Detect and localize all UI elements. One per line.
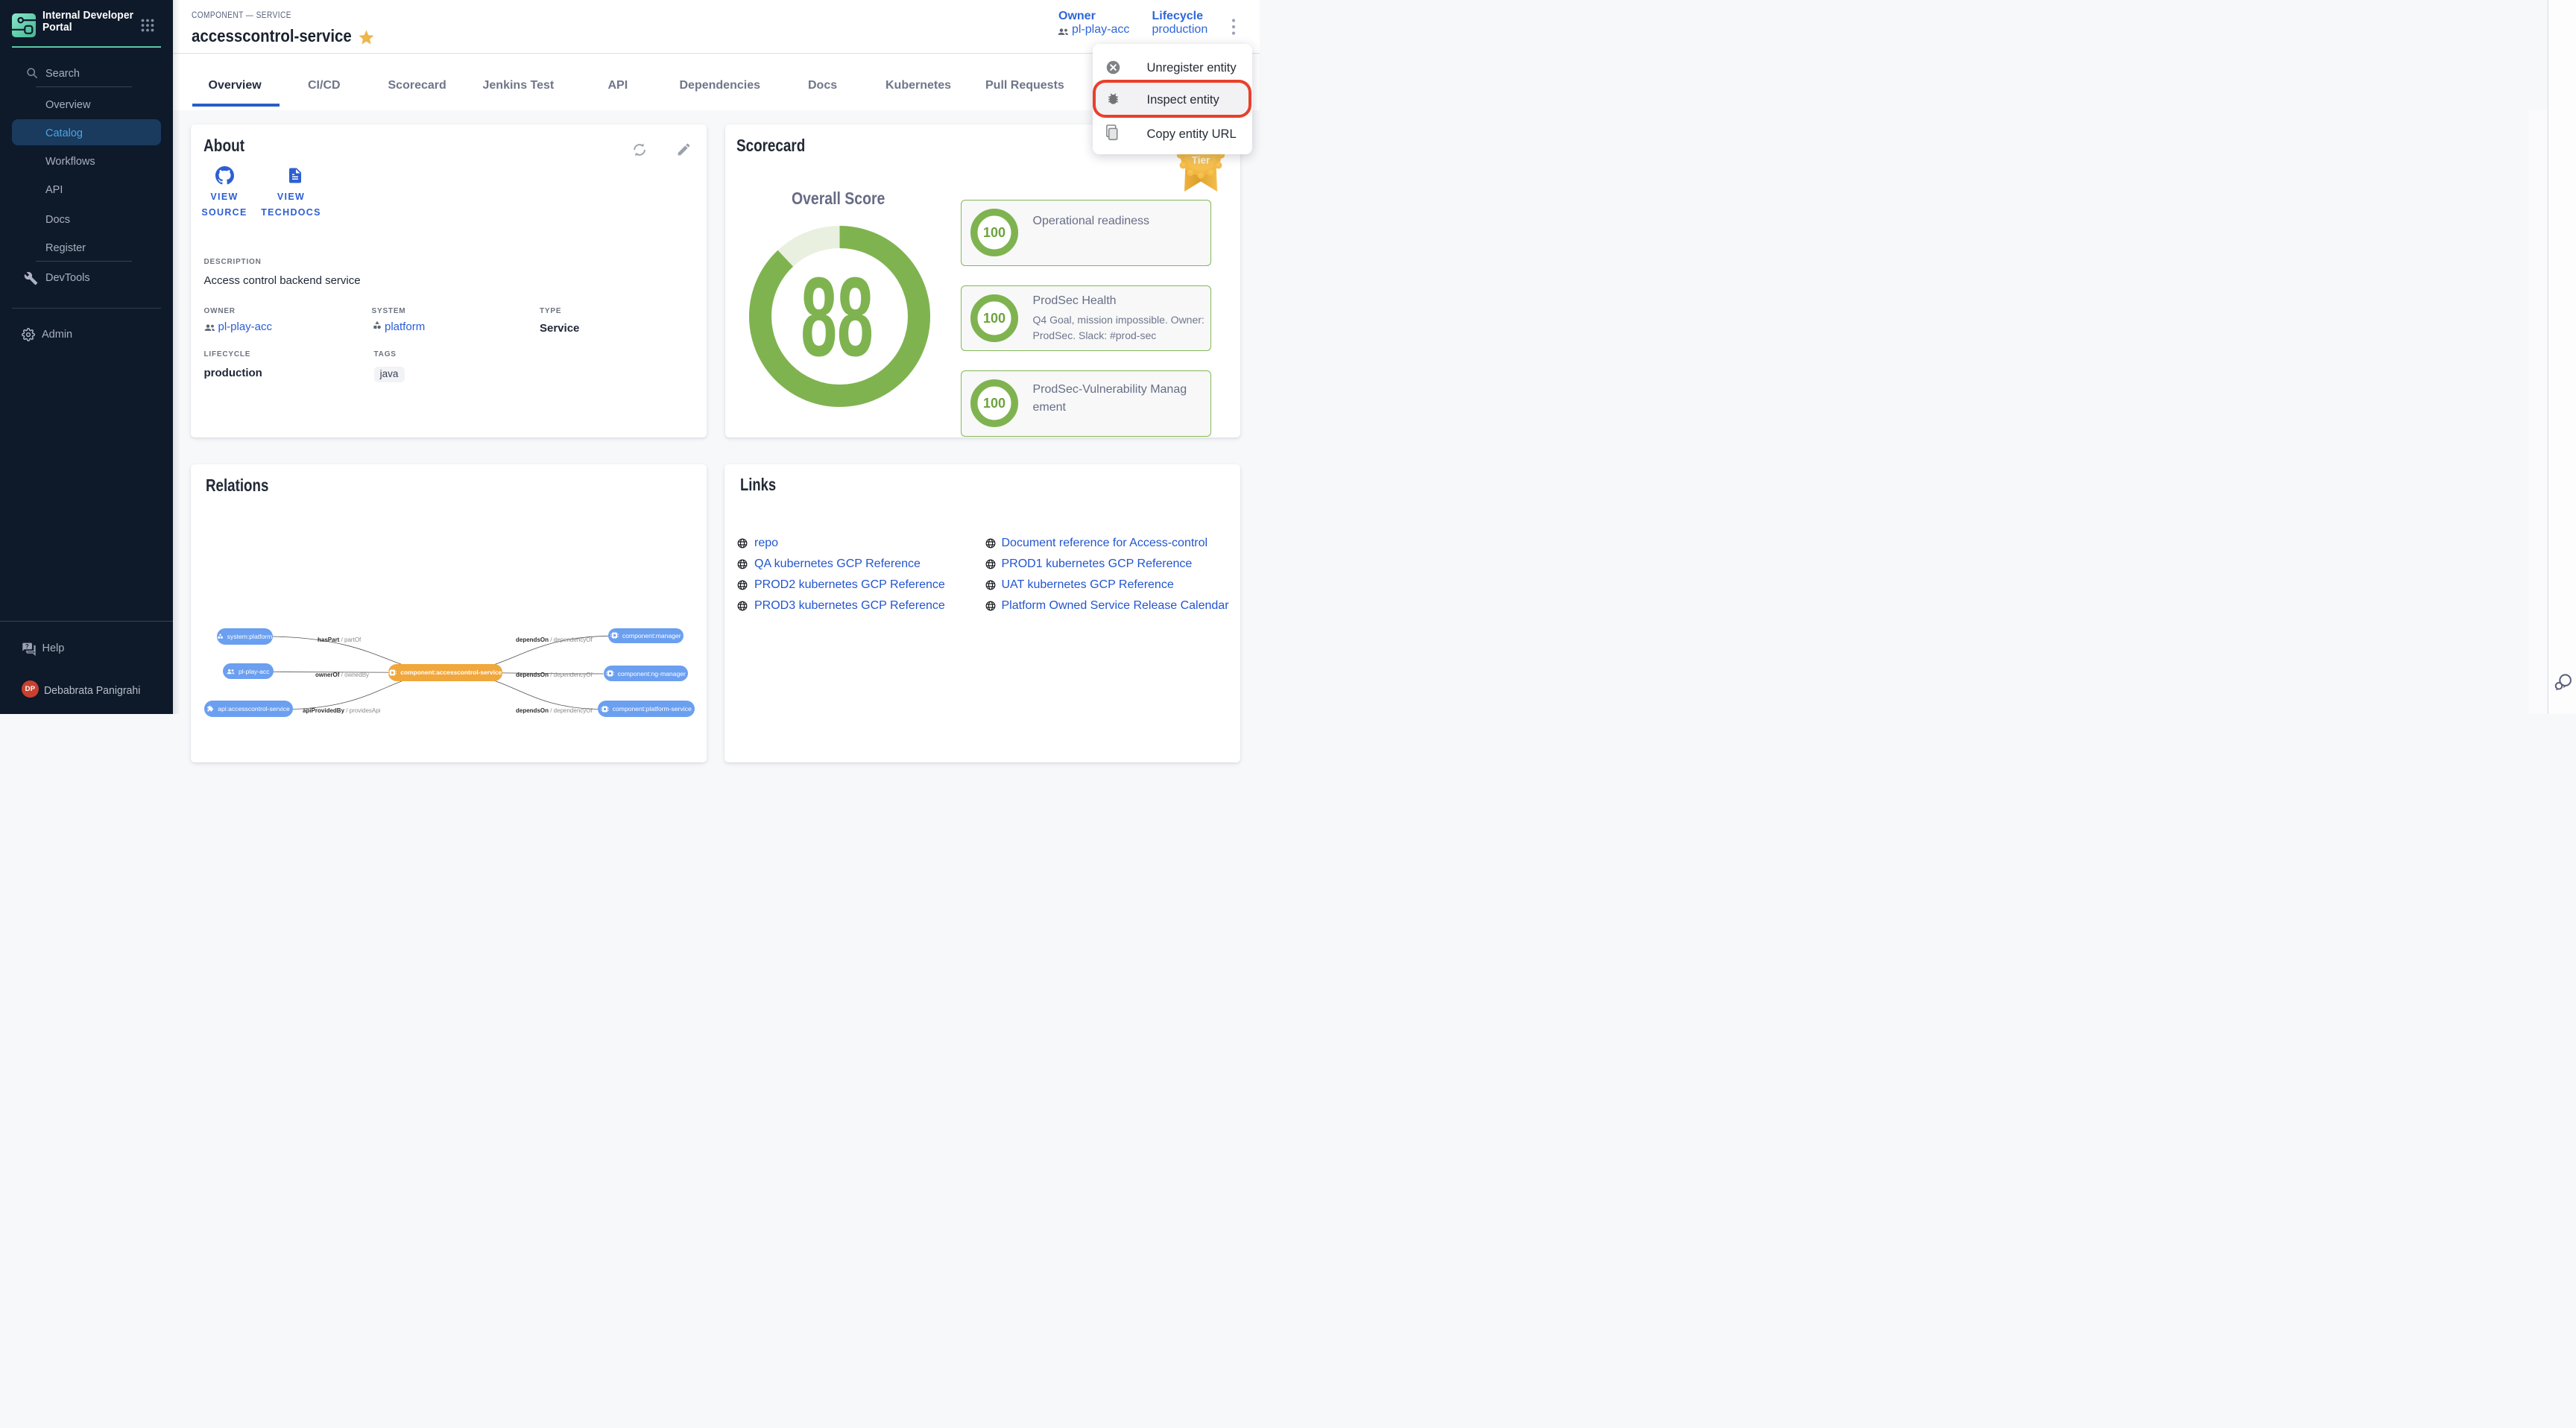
svg-text:88: 88 — [801, 253, 874, 379]
svg-text:Tier: Tier — [1191, 155, 1210, 166]
svg-text:100: 100 — [983, 225, 1006, 240]
svg-text:100: 100 — [983, 311, 1006, 326]
svg-text:100: 100 — [983, 396, 1006, 411]
svg-text:?: ? — [25, 643, 29, 650]
